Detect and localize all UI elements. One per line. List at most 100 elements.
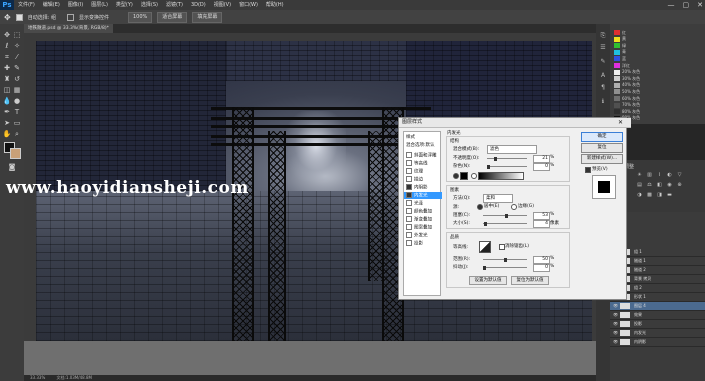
swatch-color[interactable] — [614, 36, 620, 42]
info-panel-icon[interactable]: ℹ — [599, 98, 607, 106]
menu-window[interactable]: 窗口(W) — [235, 0, 262, 10]
exposure-icon[interactable]: ◐ — [666, 172, 673, 178]
gradient-map-icon[interactable]: ▬ — [666, 192, 673, 198]
style-item-checkbox[interactable] — [406, 224, 412, 230]
black-white-icon[interactable]: ◧ — [656, 182, 663, 188]
crop-tool-icon[interactable]: ⌗ — [2, 52, 12, 62]
gradient-tool-icon[interactable]: ▦ — [12, 85, 22, 95]
swatch-color[interactable] — [614, 109, 620, 115]
layer-row[interactable]: 👁 图层 4 — [610, 302, 705, 311]
swatch-color[interactable] — [614, 30, 620, 35]
document-tab[interactable]: 地铁隧道.psd @ 33.3%(背景, RGB/8)* — [24, 24, 113, 33]
invert-icon[interactable]: ◑ — [636, 192, 643, 198]
fill-screen-button[interactable]: 填充屏幕 — [192, 11, 223, 23]
size-slider[interactable] — [483, 222, 527, 226]
swatch-color[interactable] — [614, 82, 620, 88]
channel-mixer-icon[interactable]: ⊕ — [676, 182, 683, 188]
swatch-color[interactable] — [614, 63, 620, 68]
history-brush-tool-icon[interactable]: ↺ — [12, 74, 22, 84]
gradient-swatch[interactable] — [478, 172, 524, 180]
menu-file[interactable]: 文件(F) — [14, 0, 39, 10]
choke-slider-knob[interactable] — [505, 214, 508, 218]
visibility-eye-icon[interactable]: 👁 — [613, 329, 618, 337]
style-item[interactable]: 光泽 — [406, 200, 423, 207]
eyedropper-tool-icon[interactable]: ⁄ — [12, 52, 22, 62]
swatch-color[interactable] — [614, 102, 620, 108]
brush-tool-icon[interactable]: ✎ — [12, 63, 22, 73]
set-default-button[interactable]: 设置为默认值 — [469, 276, 507, 285]
levels-icon[interactable]: ▥ — [646, 172, 653, 178]
range-input[interactable]: 50 — [533, 256, 550, 264]
style-item-checkbox[interactable] — [406, 184, 412, 190]
magic-wand-tool-icon[interactable]: ✧ — [12, 41, 22, 51]
style-item-checkbox[interactable] — [406, 208, 412, 214]
menu-edit[interactable]: 编辑(E) — [39, 0, 64, 10]
threshold-icon[interactable]: ◨ — [656, 192, 663, 198]
marquee-tool-icon[interactable]: ⬚ — [12, 30, 22, 40]
style-item[interactable]: 等高线 — [406, 160, 428, 167]
hue-saturation-icon[interactable]: ▤ — [636, 182, 643, 188]
style-item[interactable]: 内阴影 — [406, 184, 428, 191]
gradient-radio[interactable] — [471, 173, 477, 179]
preview-checkbox[interactable] — [585, 167, 591, 173]
layer-row[interactable]: 👁 内发光 — [610, 329, 705, 338]
style-item[interactable]: 斜面和浮雕 — [406, 152, 437, 159]
zoom-tool-icon[interactable]: ⌕ — [12, 129, 22, 139]
zoom-100-button[interactable]: 100% — [128, 11, 153, 23]
style-item[interactable]: 内发光 — [404, 192, 442, 199]
blend-mode-select[interactable]: 滤色 — [487, 145, 537, 154]
lasso-tool-icon[interactable]: ℓ — [2, 41, 12, 51]
close-button[interactable]: ✕ — [697, 0, 703, 10]
style-item[interactable]: 图案叠加 — [406, 224, 432, 231]
noise-input[interactable]: 0 — [533, 163, 550, 171]
opacity-slider-knob[interactable] — [494, 157, 497, 161]
brightness-contrast-icon[interactable]: ☀ — [636, 172, 643, 178]
reset-default-button[interactable]: 复位为默认值 — [511, 276, 549, 285]
layer-row[interactable]: 👁 投影 — [610, 320, 705, 329]
blend-options-item[interactable]: 混合选项:默认 — [406, 142, 435, 149]
style-item[interactable]: 投影 — [406, 240, 423, 247]
menu-filter[interactable]: 滤镜(T) — [162, 0, 187, 10]
style-item[interactable]: 纹理 — [406, 168, 423, 175]
reset-button[interactable]: 复位 — [581, 143, 623, 153]
visibility-eye-icon[interactable]: 👁 — [613, 338, 618, 346]
style-item[interactable]: 渐变叠加 — [406, 216, 432, 223]
source-edge-radio[interactable] — [511, 204, 517, 210]
move-tool-icon[interactable]: ✥ — [4, 13, 11, 22]
move-tool-icon[interactable]: ✥ — [2, 30, 12, 40]
choke-slider[interactable] — [483, 214, 527, 218]
size-input[interactable]: 4 — [533, 220, 550, 228]
styles-header[interactable]: 样式 — [406, 134, 415, 141]
choke-input[interactable]: 53 — [533, 212, 550, 220]
pen-tool-icon[interactable]: ✒ — [2, 107, 12, 117]
menu-layer[interactable]: 图层(L) — [87, 0, 112, 10]
minimize-button[interactable]: — — [668, 0, 675, 10]
swatch-color[interactable] — [614, 96, 620, 101]
ok-button[interactable]: 确定 — [581, 132, 623, 142]
healing-brush-tool-icon[interactable]: ✚ — [2, 63, 12, 73]
character-panel-icon[interactable]: A — [599, 72, 607, 80]
style-item-checkbox[interactable] — [406, 216, 412, 222]
shape-tool-icon[interactable]: ▭ — [12, 118, 22, 128]
style-item-checkbox[interactable] — [406, 152, 412, 158]
curves-icon[interactable]: ⌇ — [656, 172, 663, 178]
style-item-checkbox[interactable] — [406, 192, 412, 198]
swatch-color[interactable] — [614, 56, 620, 62]
source-center-radio[interactable] — [477, 204, 483, 210]
menu-type[interactable]: 类型(Y) — [112, 0, 137, 10]
dodge-tool-icon[interactable]: ● — [12, 96, 22, 106]
auto-select-checkbox[interactable] — [15, 13, 23, 21]
show-transform-checkbox[interactable] — [66, 13, 74, 21]
swatch-color[interactable] — [614, 89, 620, 95]
type-tool-icon[interactable]: T — [12, 107, 22, 117]
menu-3d[interactable]: 3D(D) — [187, 0, 210, 10]
eraser-tool-icon[interactable]: ◫ — [2, 85, 12, 95]
swatch-color[interactable] — [614, 76, 620, 82]
range-slider[interactable] — [483, 258, 527, 262]
style-item-checkbox[interactable] — [406, 168, 412, 174]
maximize-button[interactable]: ▢ — [683, 0, 690, 10]
style-item[interactable]: 外发光 — [406, 232, 428, 239]
style-item-checkbox[interactable] — [406, 160, 412, 166]
swatch-color[interactable] — [614, 69, 620, 75]
menu-image[interactable]: 图像(I) — [64, 0, 87, 10]
